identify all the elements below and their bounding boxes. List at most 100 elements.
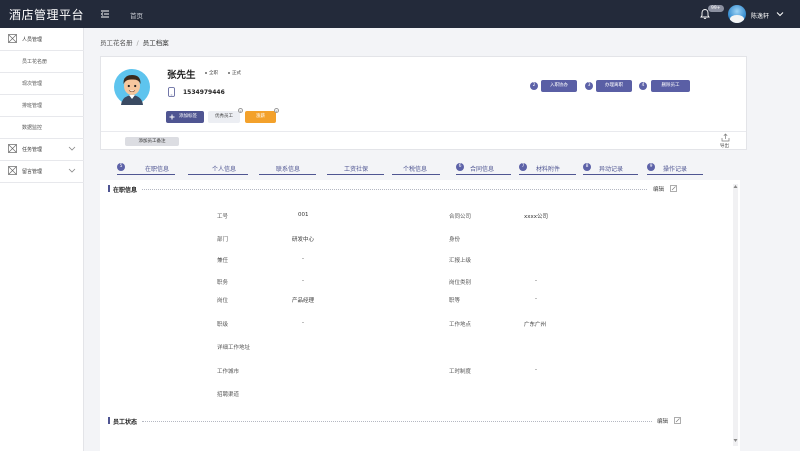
- export-label[interactable]: 导出: [720, 143, 729, 149]
- tab-number-badge: 8: [583, 163, 591, 171]
- edit-employment-link[interactable]: 编辑: [653, 185, 664, 193]
- divider: [0, 182, 84, 183]
- employee-name: 张先生: [167, 70, 196, 81]
- sidebar-item-schedule[interactable]: 排班管理: [0, 94, 84, 116]
- field-label: 合同公司: [449, 214, 472, 220]
- tab-personal[interactable]: 个人信息: [188, 163, 248, 175]
- resignation-button[interactable]: 办理离职: [596, 80, 632, 92]
- edit-status-link[interactable]: 编辑: [657, 417, 668, 425]
- user-avatar[interactable]: [728, 5, 746, 23]
- tab-number-badge: 6: [456, 163, 464, 171]
- field-label: 职级: [217, 322, 229, 328]
- menu-toggle-icon[interactable]: [100, 9, 110, 19]
- notification-badge: 99+: [708, 5, 724, 12]
- breadcrumb-roster-link[interactable]: 员工花名册: [100, 39, 133, 47]
- section-accent-bar: [108, 417, 110, 424]
- tab-label: 异动记录: [599, 166, 624, 173]
- field-value: xxxx公司: [524, 214, 549, 220]
- divider: [142, 421, 652, 422]
- tab-label: 材料附件: [536, 166, 561, 173]
- tab-contact[interactable]: 联系信息: [259, 163, 316, 175]
- field-value: -: [535, 278, 537, 284]
- close-icon[interactable]: ×: [274, 108, 279, 113]
- field-value: 研发中心: [292, 237, 315, 243]
- divider: [142, 189, 647, 190]
- step-number-badge: 4: [639, 82, 647, 90]
- delete-employee-button[interactable]: 删除员工: [651, 80, 690, 92]
- sidebar-group-messages[interactable]: 留言管理: [0, 160, 84, 182]
- edit-icon[interactable]: [674, 417, 681, 424]
- field-label: 岗位类别: [449, 280, 472, 286]
- tab-attachments[interactable]: 7 材料附件: [519, 163, 576, 175]
- phone-number: 1534979446: [183, 89, 225, 96]
- module-icon: [8, 34, 17, 43]
- scroll-up-arrow-icon[interactable]: [733, 184, 738, 189]
- field-label: 兼任: [217, 258, 229, 264]
- tag-chip-raise[interactable]: 涨薪 ×: [245, 108, 279, 123]
- home-link[interactable]: 首页: [130, 10, 143, 20]
- close-icon[interactable]: ×: [238, 108, 243, 113]
- detail-panel: 在职信息 编辑 工号 001 部门 研发中心 兼任 - 职务 - 岗位 产品经理…: [100, 180, 740, 451]
- field-value: -: [302, 256, 304, 262]
- field-value: -: [535, 367, 537, 373]
- export-icon[interactable]: [721, 133, 730, 142]
- tab-label: 个税信息: [403, 166, 428, 173]
- sidebar-group-personnel[interactable]: 人员管理: [0, 28, 84, 50]
- username[interactable]: 陈逸轩: [751, 11, 769, 20]
- tab-label: 合同信息: [470, 166, 495, 173]
- field-label: 部门: [217, 237, 229, 243]
- chevron-down-icon: [68, 168, 76, 173]
- chevron-down-icon: [68, 146, 76, 151]
- sidebar-group-label: 人员管理: [22, 37, 43, 43]
- sidebar-item-shifts[interactable]: 现次管理: [0, 72, 84, 94]
- sidebar-group-label: 任务管理: [22, 147, 43, 153]
- sidebar-group-label: 留言管理: [22, 169, 43, 175]
- tab-salary[interactable]: 工资社保: [327, 163, 384, 175]
- sidebar-group-tasks[interactable]: 任务管理: [0, 138, 84, 160]
- tab-number-badge: 5: [117, 163, 125, 171]
- chevron-down-icon[interactable]: [776, 11, 784, 17]
- field-label: 工时制度: [449, 369, 472, 375]
- divider: [101, 131, 746, 132]
- tab-tax[interactable]: 个税信息: [392, 163, 440, 175]
- bullet-icon: [205, 71, 207, 74]
- tab-contract[interactable]: 6 合同信息: [456, 163, 511, 175]
- sidebar-item-monitoring[interactable]: 数据监控: [0, 116, 84, 138]
- field-value: 产品经理: [292, 298, 315, 304]
- field-label: 身份: [449, 237, 461, 243]
- bullet-icon: [228, 71, 230, 74]
- employment-status-tag: 正式: [228, 70, 241, 76]
- tab-changes[interactable]: 8 异动记录: [583, 163, 638, 175]
- tab-label: 操作记录: [663, 166, 688, 173]
- add-note-button[interactable]: 添加员工备注: [125, 137, 179, 146]
- tag-label: 全职: [209, 71, 218, 76]
- add-tag-button[interactable]: 添加标签: [166, 111, 204, 123]
- tab-label: 工资社保: [344, 166, 369, 173]
- field-value: -: [535, 296, 537, 302]
- field-label: 招聘渠道: [217, 392, 240, 398]
- step-number-badge: 3: [585, 82, 593, 90]
- tab-operations[interactable]: 9 操作记录: [647, 163, 703, 175]
- field-value: 广东广州: [524, 322, 547, 328]
- module-icon: [8, 144, 17, 153]
- tab-employment[interactable]: 5 在职信息: [117, 163, 175, 175]
- employment-type-tag: 全职: [205, 70, 218, 76]
- field-label: 岗位: [217, 298, 229, 304]
- field-label: 工号: [217, 214, 229, 220]
- edit-icon[interactable]: [670, 185, 677, 192]
- sidebar-item-roster[interactable]: 员工花名册: [0, 50, 84, 72]
- scrollbar[interactable]: [733, 184, 738, 446]
- scroll-down-arrow-icon[interactable]: [733, 438, 738, 443]
- tag-chip-excellent[interactable]: 优秀员工 ×: [208, 108, 243, 123]
- section-title: 员工状态: [113, 419, 138, 426]
- module-icon: [8, 166, 17, 175]
- field-label: 职务: [217, 280, 229, 286]
- profile-card: 张先生 全职 正式 1534979446 添加标签 优秀员工 × 涨薪 × 2 …: [100, 56, 747, 150]
- field-value: -: [302, 278, 304, 284]
- field-label: 工作地点: [449, 322, 472, 328]
- onboarding-button[interactable]: 入职协办: [541, 80, 577, 92]
- section-accent-bar: [108, 185, 110, 192]
- tab-label: 联系信息: [276, 166, 301, 173]
- breadcrumb-separator: /: [136, 39, 139, 47]
- breadcrumb: 员工花名册 / 员工档案: [100, 37, 169, 47]
